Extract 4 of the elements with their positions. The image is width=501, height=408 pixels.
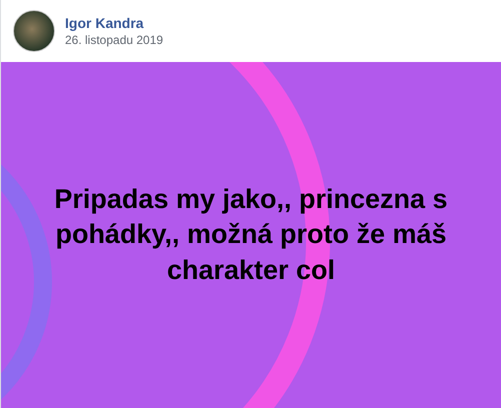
author-name[interactable]: Igor Kandra <box>65 15 164 31</box>
post-date[interactable]: 26. listopadu 2019 <box>65 33 164 47</box>
avatar[interactable] <box>13 10 55 52</box>
post-text: Pripadas my jako,, princezna s pohádky,, možná proto že máš charakter col <box>53 183 449 287</box>
